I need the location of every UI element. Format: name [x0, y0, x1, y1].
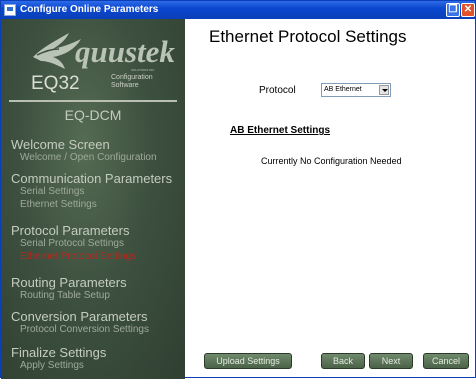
model-subtitle-line2: Software	[111, 82, 139, 89]
nav-finalize-settings[interactable]: Finalize Settings	[11, 345, 106, 360]
protocol-select-value: AB Ethernet	[324, 86, 362, 93]
sidebar-divider	[9, 100, 177, 102]
device-name: EQ-DCM	[64, 107, 122, 123]
restore-button[interactable]: ❐	[446, 3, 460, 17]
nav-item-protocol-conversion-settings[interactable]: Protocol Conversion Settings	[20, 324, 149, 335]
nav-item-routing-table-setup[interactable]: Routing Table Setup	[20, 290, 110, 301]
status-text: Currently No Configuration Needed	[261, 156, 402, 166]
next-button[interactable]: Next	[369, 353, 413, 369]
close-button[interactable]: ✕	[461, 3, 475, 17]
nav-item-welcome-open-configuration[interactable]: Welcome / Open Configuration	[20, 152, 157, 163]
model-subtitle: Configuration Software	[111, 74, 153, 90]
protocol-label: Protocol	[259, 85, 296, 96]
nav-conversion-parameters[interactable]: Conversion Parameters	[11, 309, 148, 324]
cancel-button[interactable]: Cancel	[423, 353, 469, 369]
logo-subtext: SOLUTIONS INC.	[131, 68, 156, 72]
nav-communication-parameters[interactable]: Communication Parameters	[11, 171, 172, 186]
nav-welcome-screen[interactable]: Welcome Screen	[11, 137, 110, 152]
back-button[interactable]: Back	[321, 353, 365, 369]
app-icon	[4, 4, 16, 16]
nav-protocol-parameters[interactable]: Protocol Parameters	[11, 223, 130, 238]
nav-item-serial-protocol-settings[interactable]: Serial Protocol Settings	[20, 238, 124, 249]
page-title: Ethernet Protocol Settings	[209, 27, 407, 46]
nav-item-apply-settings[interactable]: Apply Settings	[20, 360, 84, 371]
configure-window: Configure Online Parameters ❐ ✕ quustek …	[0, 0, 476, 379]
chevron-down-icon[interactable]	[379, 85, 389, 95]
model-subtitle-line1: Configuration	[111, 74, 153, 81]
sidebar: quustek SOLUTIONS INC. EQ32 Configuratio…	[1, 19, 185, 379]
nav-item-ethernet-settings[interactable]: Ethernet Settings	[20, 199, 97, 210]
title-bar[interactable]: Configure Online Parameters ❐ ✕	[1, 1, 475, 19]
protocol-select[interactable]: AB Ethernet	[321, 83, 391, 97]
window-title: Configure Online Parameters	[20, 4, 159, 15]
nav-item-serial-settings[interactable]: Serial Settings	[20, 186, 84, 197]
nav-item-ethernet-protocol-settings[interactable]: Ethernet Protocol Settings	[20, 251, 136, 262]
nav-routing-parameters[interactable]: Routing Parameters	[11, 275, 127, 290]
upload-settings-button[interactable]: Upload Settings	[204, 353, 292, 369]
logo-text: quustek	[75, 34, 175, 69]
section-heading: AB Ethernet Settings	[230, 125, 331, 136]
model-name: EQ32	[31, 73, 80, 94]
